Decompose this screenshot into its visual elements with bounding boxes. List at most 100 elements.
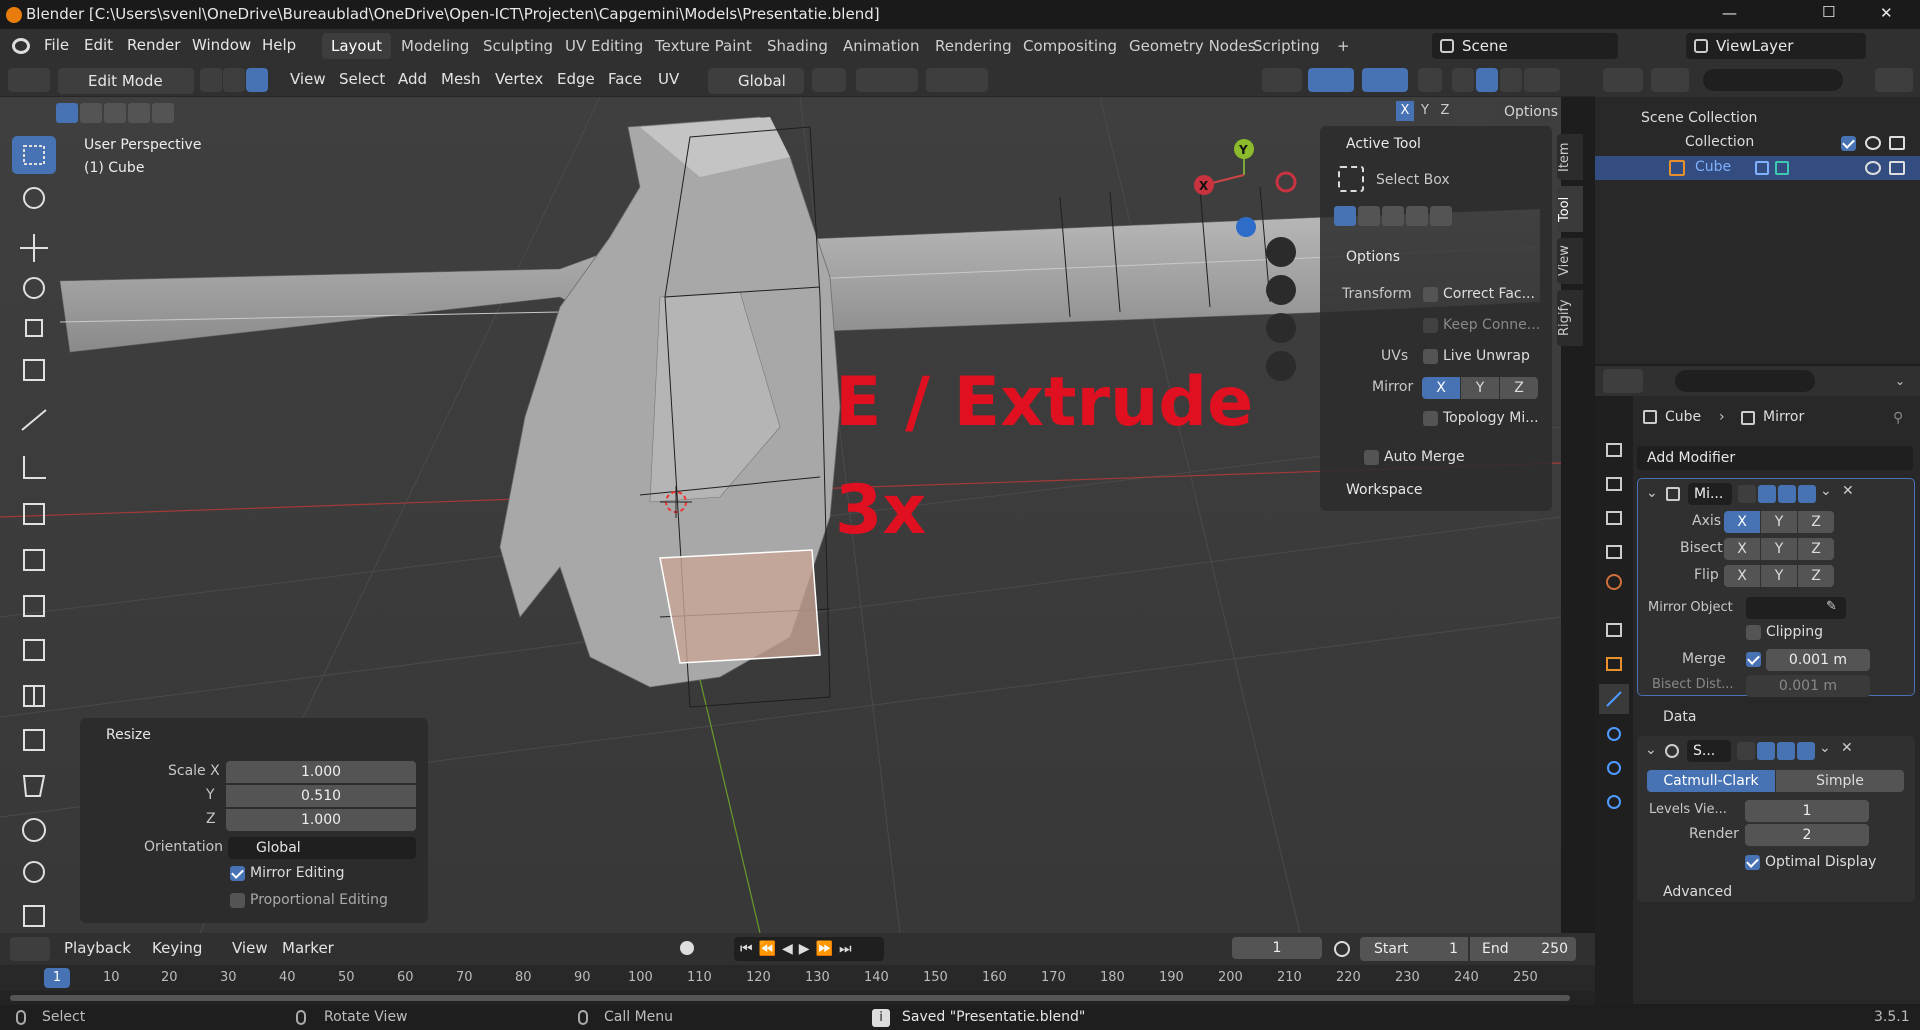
subsurf-collapse-icon[interactable]: ⌄ bbox=[1645, 742, 1657, 758]
mirror-dropdown-icon[interactable]: ⌄ bbox=[1820, 483, 1832, 499]
current-frame-field[interactable]: 1 bbox=[1232, 937, 1322, 959]
outliner-editor-icon[interactable] bbox=[1603, 68, 1643, 92]
cube-mesh-icon[interactable] bbox=[1775, 161, 1789, 175]
correct-face-checkbox[interactable] bbox=[1423, 287, 1438, 302]
close-window-button[interactable]: ✕ bbox=[1880, 4, 1893, 22]
tab-geometry-nodes[interactable]: Geometry Nodes bbox=[1120, 33, 1265, 59]
orientation-dropdown[interactable]: Global bbox=[228, 837, 416, 859]
menu-uv[interactable]: UV bbox=[658, 70, 679, 88]
tab-rigify[interactable]: Rigify bbox=[1557, 290, 1583, 346]
simple-button[interactable]: Simple bbox=[1776, 770, 1904, 792]
scale-x-field[interactable]: 1.000 bbox=[226, 761, 416, 783]
collection-label[interactable]: Collection bbox=[1685, 134, 1754, 150]
operator-title[interactable]: Resize bbox=[106, 727, 151, 743]
mirror-axis-z[interactable]: Z bbox=[1798, 511, 1834, 533]
merge-distance-field[interactable]: 0.001 m bbox=[1766, 649, 1870, 671]
tab-uv-editing[interactable]: UV Editing bbox=[556, 33, 652, 59]
proportional-edit-icon[interactable] bbox=[926, 68, 988, 92]
pivot-icon[interactable] bbox=[812, 68, 846, 92]
filter-icon[interactable] bbox=[1875, 68, 1913, 92]
flip-x[interactable]: X bbox=[1724, 565, 1760, 587]
add-modifier-dropdown[interactable]: Add Modifier bbox=[1637, 446, 1913, 470]
options-header[interactable]: Options bbox=[1346, 249, 1400, 265]
collection-visibility-icon[interactable] bbox=[1865, 136, 1881, 150]
keying-menu[interactable]: Keying bbox=[152, 939, 202, 957]
menu-select[interactable]: Select bbox=[339, 70, 385, 88]
timeline-editor-icon[interactable] bbox=[10, 937, 50, 961]
playback-menu[interactable]: Playback bbox=[64, 939, 131, 957]
flip-y[interactable]: Y bbox=[1761, 565, 1797, 587]
playhead-marker[interactable]: 1 bbox=[44, 968, 70, 988]
add-workspace-button[interactable]: + bbox=[1328, 33, 1359, 59]
mirror-viewport-toggle-icon[interactable] bbox=[1778, 485, 1796, 503]
edge-select-icon[interactable] bbox=[223, 68, 245, 92]
mesh-mirror-y-toggle[interactable]: Y bbox=[1461, 377, 1499, 399]
select-intersect-icon[interactable] bbox=[152, 103, 174, 123]
scene-selector[interactable]: Scene bbox=[1432, 33, 1618, 59]
auto-merge-checkbox[interactable] bbox=[1364, 450, 1379, 465]
shading-wireframe-icon[interactable] bbox=[1452, 68, 1474, 92]
flip-z[interactable]: Z bbox=[1798, 565, 1834, 587]
mirror-axis-x[interactable]: X bbox=[1724, 511, 1760, 533]
tab-tool[interactable]: Tool bbox=[1557, 186, 1583, 232]
tab-sculpting[interactable]: Sculpting bbox=[474, 33, 562, 59]
menu-window[interactable]: Window bbox=[192, 36, 251, 54]
display-mode-icon[interactable] bbox=[1651, 68, 1689, 92]
tool-mode-invert-icon[interactable] bbox=[1406, 206, 1428, 226]
transform-orientation-selector[interactable]: Global bbox=[708, 68, 804, 94]
tool-mode-intersect-icon[interactable] bbox=[1430, 206, 1452, 226]
menu-help[interactable]: Help bbox=[262, 36, 296, 54]
timeline-view-menu[interactable]: View bbox=[232, 939, 268, 957]
mirror-axis-z-button[interactable]: Z bbox=[1436, 101, 1454, 121]
data-subpanel-header[interactable]: Data bbox=[1663, 709, 1696, 725]
mirror-modifier-name-field[interactable]: Mi... bbox=[1688, 483, 1732, 505]
pan-hand-icon[interactable] bbox=[1266, 275, 1296, 305]
scale-y-field[interactable]: 0.510 bbox=[226, 785, 416, 807]
tab-compositing[interactable]: Compositing bbox=[1014, 33, 1126, 59]
subsurf-name-field[interactable]: S... bbox=[1687, 740, 1731, 762]
outliner-search-input[interactable] bbox=[1703, 69, 1843, 91]
camera-view-icon[interactable] bbox=[1266, 313, 1296, 343]
shading-solid-icon[interactable] bbox=[1476, 68, 1498, 92]
menu-face[interactable]: Face bbox=[608, 70, 642, 88]
tool-mode-new-icon[interactable] bbox=[1334, 206, 1356, 226]
render-levels-field[interactable]: 2 bbox=[1745, 824, 1869, 846]
blender-menu-icon[interactable] bbox=[12, 38, 30, 54]
workspace-header[interactable]: Workspace bbox=[1346, 482, 1423, 498]
mirror-remove-icon[interactable]: ✕ bbox=[1842, 483, 1854, 499]
tab-modeling[interactable]: Modeling bbox=[392, 33, 478, 59]
proportional-editing-checkbox[interactable] bbox=[230, 893, 245, 908]
merge-checkbox[interactable] bbox=[1746, 652, 1761, 667]
mesh-mirror-x-toggle[interactable]: X bbox=[1422, 377, 1460, 399]
active-tool-header[interactable]: Active Tool bbox=[1346, 136, 1421, 152]
bisect-distance-field[interactable]: 0.001 m bbox=[1746, 675, 1870, 697]
tab-texture-paint[interactable]: Texture Paint bbox=[646, 33, 761, 59]
select-extend-icon[interactable] bbox=[80, 103, 102, 123]
tab-animation[interactable]: Animation bbox=[834, 33, 928, 59]
navigation-gizmo[interactable]: Y X bbox=[1190, 137, 1300, 247]
tab-rendering[interactable]: Rendering bbox=[926, 33, 1021, 59]
menu-edge[interactable]: Edge bbox=[557, 70, 595, 88]
optimal-display-checkbox[interactable] bbox=[1745, 855, 1760, 870]
viewlayer-selector[interactable]: ViewLayer bbox=[1686, 33, 1866, 59]
tab-view[interactable]: View bbox=[1557, 238, 1583, 284]
cube-visibility-icon[interactable] bbox=[1865, 161, 1881, 175]
playback-controls[interactable]: ⏮⏪◀▶⏩⏭ bbox=[734, 937, 884, 961]
start-frame-field[interactable]: Start 1 bbox=[1360, 937, 1468, 961]
mirror-axis-x-button[interactable]: X bbox=[1396, 101, 1414, 121]
select-invert-icon[interactable] bbox=[128, 103, 150, 123]
shading-material-icon[interactable] bbox=[1500, 68, 1522, 92]
cube-label[interactable]: Cube bbox=[1695, 159, 1731, 175]
cube-modifier-icon[interactable] bbox=[1755, 161, 1769, 175]
select-new-icon[interactable] bbox=[56, 103, 78, 123]
mirror-editmode-toggle-icon[interactable] bbox=[1738, 485, 1756, 503]
menu-file[interactable]: File bbox=[44, 36, 69, 54]
collection-render-icon[interactable] bbox=[1889, 136, 1905, 150]
mirror-editing-checkbox[interactable] bbox=[230, 866, 245, 881]
menu-mesh[interactable]: Mesh bbox=[441, 70, 481, 88]
marker-menu[interactable]: Marker bbox=[282, 939, 334, 957]
bisect-z[interactable]: Z bbox=[1798, 538, 1834, 560]
mode-selector[interactable]: Edit Mode bbox=[58, 68, 194, 94]
subsurf-editmode-toggle-icon[interactable] bbox=[1737, 742, 1755, 760]
tab-layout[interactable]: Layout bbox=[322, 33, 391, 59]
